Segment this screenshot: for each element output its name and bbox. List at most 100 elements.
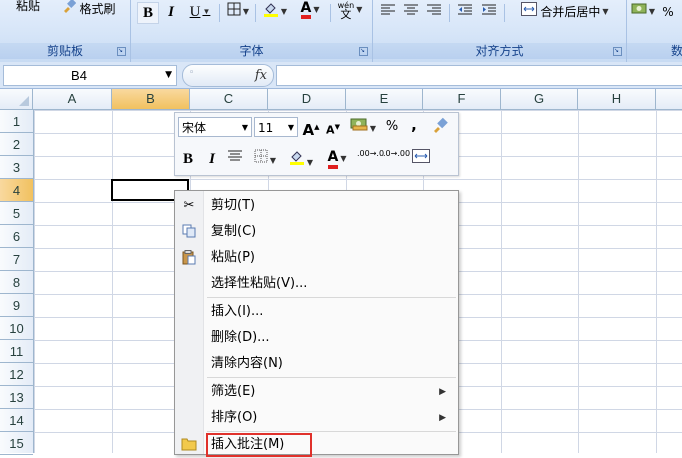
row-header[interactable]: 11 [0,340,33,363]
menu-item-clear-contents[interactable]: 清除内容(N) [175,351,458,377]
decrease-indent-button[interactable] [455,2,475,22]
chevron-down-icon: ▼ [202,7,211,16]
clipboard-group-label: 剪贴板 [0,43,130,59]
borders-button[interactable]: ▼ [249,149,281,169]
clipboard-launcher-icon[interactable]: ↘ [117,47,126,56]
insert-function-button[interactable]: fx [255,65,267,86]
menu-separator [207,297,456,298]
shrink-font-button[interactable]: A▼ [324,117,342,137]
font-name-value: 宋体 [182,121,207,135]
font-launcher-icon[interactable]: ↘ [359,47,368,56]
menu-item-delete[interactable]: 删除(D)... [175,325,458,351]
grow-font-button[interactable]: A▲ [301,117,321,139]
increase-decimal-button[interactable]: .00→.0 [357,149,384,169]
column-header[interactable]: F [423,89,501,109]
menu-item-insert[interactable]: 插入(I)... [175,299,458,325]
accounting-format-button[interactable]: ▼ [631,2,655,22]
chevron-down-icon[interactable]: ▼ [288,118,294,138]
row-header[interactable]: 3 [0,156,33,179]
paint-bucket-icon [289,151,305,169]
column-header[interactable]: E [346,89,423,109]
row-header[interactable]: 15 [0,432,33,455]
menu-item-filter[interactable]: 筛选(E) ▶ [175,379,458,405]
row-header[interactable]: 7 [0,248,33,271]
phonetic-guide-button[interactable]: wén 文 ▼ [333,0,367,20]
column-header[interactable]: H [578,89,656,109]
increase-indent-button[interactable] [479,2,499,22]
font-color-button[interactable]: A ▼ [294,0,326,20]
clipboard-icon [181,250,197,266]
fill-color-button[interactable]: ▼ [259,2,291,22]
row-header[interactable]: 8 [0,271,33,294]
row-header[interactable]: 1 [0,110,33,133]
font-size-combo[interactable]: 11 ▼ [254,117,298,137]
percent-button[interactable]: % [659,2,677,22]
number-format-button[interactable]: ▼ [346,117,380,137]
row-header[interactable]: 10 [0,317,33,340]
align-center-button[interactable] [401,2,421,22]
menu-item-paste-special[interactable]: 选择性粘贴(V)... [175,271,458,297]
brush-icon [62,0,77,19]
align-right-button[interactable] [424,2,444,22]
merge-center-button[interactable] [409,149,433,169]
column-header[interactable]: G [501,89,578,109]
menu-item-cut[interactable]: ✂ 剪切(T) [175,193,458,219]
italic-button[interactable]: I [202,149,222,169]
comment-icon [181,437,197,453]
resize-handle-icon[interactable]: ◦ [189,68,194,78]
format-painter-label: 格式刷 [79,2,116,16]
menu-item-sort[interactable]: 排序(O) ▶ [175,405,458,431]
column-header[interactable]: A [33,89,112,109]
row-header[interactable]: 5 [0,202,33,225]
alignment-launcher-icon[interactable]: ↘ [613,47,622,56]
merge-center-button[interactable]: 合并后居中 ▼ [509,2,621,22]
row-header[interactable]: 14 [0,409,33,432]
number-group-label: 数 [627,43,682,59]
font-color-button[interactable]: A ▼ [321,147,353,169]
submenu-arrow-icon: ▶ [439,387,446,397]
grow-font-label: A [302,121,315,139]
row-header[interactable]: 2 [0,133,33,156]
bold-button[interactable]: B [178,149,198,169]
align-left-button[interactable] [378,2,398,22]
italic-label: I [209,151,215,167]
align-center-icon [228,150,242,166]
paste-label: 粘贴 [15,0,40,13]
center-button[interactable] [225,149,245,169]
column-header-selected[interactable]: B [112,89,190,109]
row-header[interactable]: 6 [0,225,33,248]
bold-button[interactable]: B [137,2,159,24]
column-headers: A B C D E F G H [0,89,682,110]
menu-item-paste[interactable]: 粘贴(P) [175,245,458,271]
underline-button[interactable]: U ▼ [185,2,215,22]
font-name-combo[interactable]: 宋体 ▼ [178,117,252,137]
row-header[interactable]: 13 [0,386,33,409]
menu-item-copy[interactable]: 复制(C) [175,219,458,245]
italic-button[interactable]: I [161,2,181,22]
select-all-button[interactable] [0,89,33,109]
column-header[interactable]: C [190,89,268,109]
merge-center-label: 合并后居中 [540,5,601,19]
row-header[interactable]: 12 [0,363,33,386]
format-painter-button[interactable] [429,117,451,137]
column-header[interactable]: D [268,89,346,109]
format-painter-button[interactable]: 格式刷 [54,0,124,19]
row-headers: 1 2 3 4 5 6 7 8 9 10 11 12 13 14 15 [0,110,34,455]
paste-button[interactable]: 粘贴 [8,0,48,16]
row-header-selected[interactable]: 4 [0,179,33,202]
row-header[interactable]: 9 [0,294,33,317]
name-box[interactable]: B4 ▼ [3,65,177,86]
align-right-icon [427,2,441,22]
menu-item-label: 复制(C) [211,224,257,239]
borders-button[interactable]: ▼ [223,2,253,22]
fill-color-button[interactable]: ▼ [285,149,317,169]
italic-label: I [168,4,174,20]
chevron-down-icon[interactable]: ▼ [242,118,248,138]
decrease-decimal-button[interactable]: .0→.00 [383,149,410,169]
formula-input[interactable] [276,65,682,86]
percent-style-button[interactable]: % [383,117,401,137]
decrease-indent-icon [458,2,472,22]
comma-style-button[interactable]: , [407,115,421,135]
bold-label: B [182,151,193,167]
chevron-down-icon[interactable]: ▼ [165,66,172,85]
